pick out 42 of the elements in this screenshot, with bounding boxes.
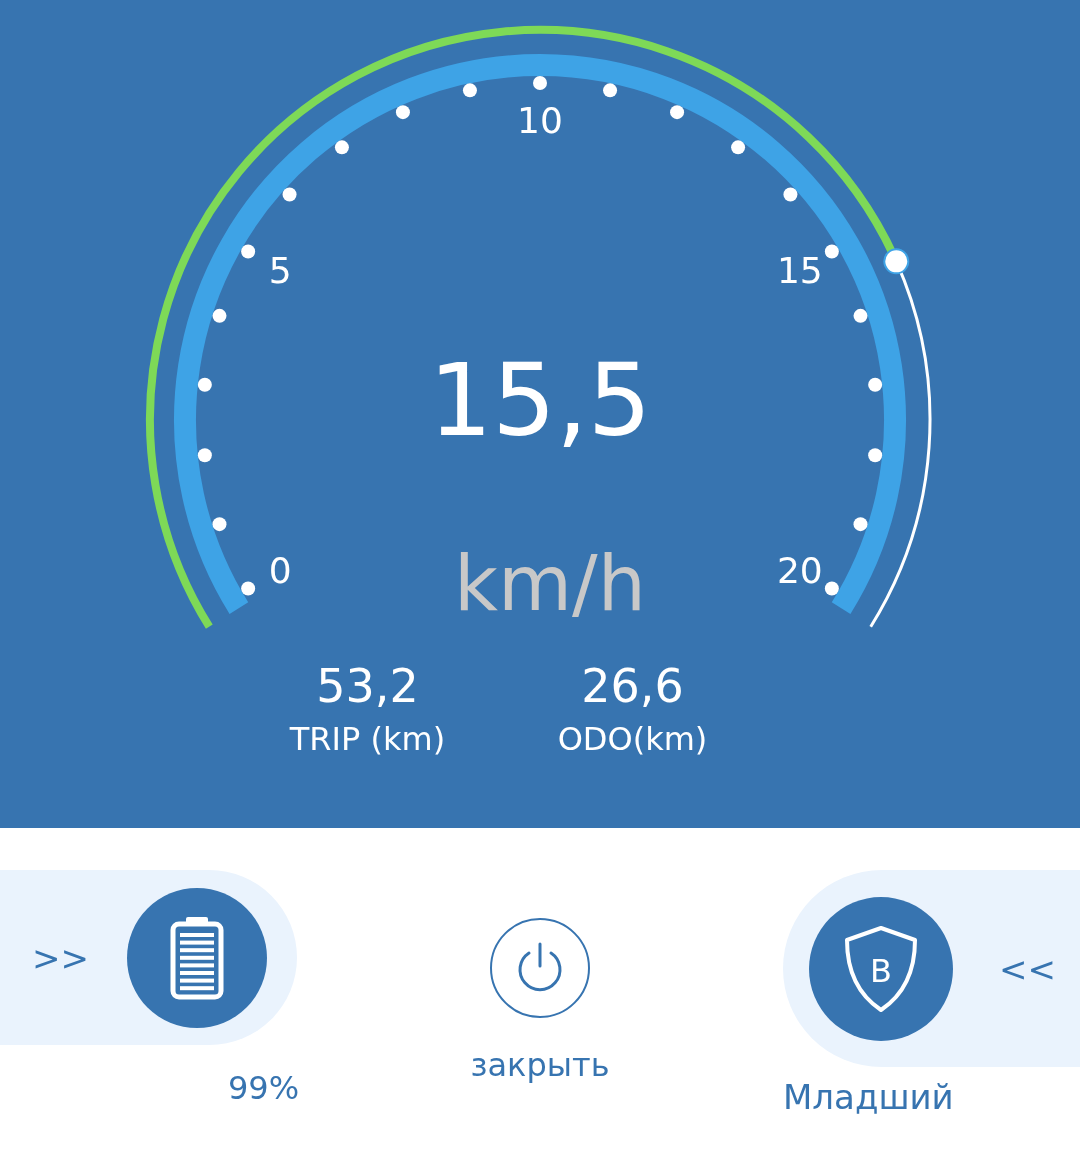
- shield-icon: [842, 923, 920, 1014]
- tick-dot: [197, 377, 212, 392]
- tick-dot: [603, 83, 618, 98]
- stat-value: 53,2: [316, 658, 419, 714]
- tick-label: 20: [776, 549, 823, 591]
- stat-label: TRIP (km): [289, 719, 446, 760]
- stat-label: ODO(km): [557, 719, 708, 760]
- power-label: закрыть: [470, 1046, 610, 1084]
- tick-dot: [241, 244, 256, 259]
- tick-dot: [462, 83, 477, 98]
- tick-dot: [824, 244, 839, 259]
- speed-unit: km/h: [454, 538, 646, 628]
- tick-dot: [731, 140, 746, 155]
- tick-label: 15: [776, 249, 823, 291]
- tick-label: 5: [268, 249, 292, 291]
- tick-dot: [334, 140, 349, 155]
- mode-letter: B: [870, 951, 892, 989]
- tick-dot: [212, 308, 227, 323]
- tick-dot: [282, 187, 297, 202]
- expand-arrows[interactable]: >>: [32, 937, 89, 978]
- tick-label: 10: [517, 99, 563, 141]
- tick-dot: [853, 308, 868, 323]
- tick-dot: [212, 517, 227, 532]
- tick-dot: [853, 517, 868, 532]
- tick-dot: [824, 581, 839, 596]
- mode-label: Младший: [783, 1077, 954, 1117]
- mode-button[interactable]: B: [809, 896, 953, 1041]
- tick-dot: [395, 105, 410, 120]
- tick-dot: [241, 581, 256, 596]
- battery-icon: [170, 915, 224, 1000]
- tick-dot: [197, 448, 212, 463]
- tick-dot: [783, 187, 798, 202]
- collapse-arrows[interactable]: <<: [999, 948, 1056, 989]
- tick-dot: [533, 76, 547, 90]
- tick-dot: [670, 105, 685, 120]
- tick-dot: [868, 448, 883, 463]
- needle-knob: [883, 248, 910, 275]
- battery-reading: 99%: [228, 1069, 297, 1107]
- stat-value: 26,6: [581, 658, 684, 714]
- speed-value: 15,5: [428, 341, 652, 459]
- tick-dot: [868, 377, 883, 392]
- tick-label: 0: [268, 549, 292, 591]
